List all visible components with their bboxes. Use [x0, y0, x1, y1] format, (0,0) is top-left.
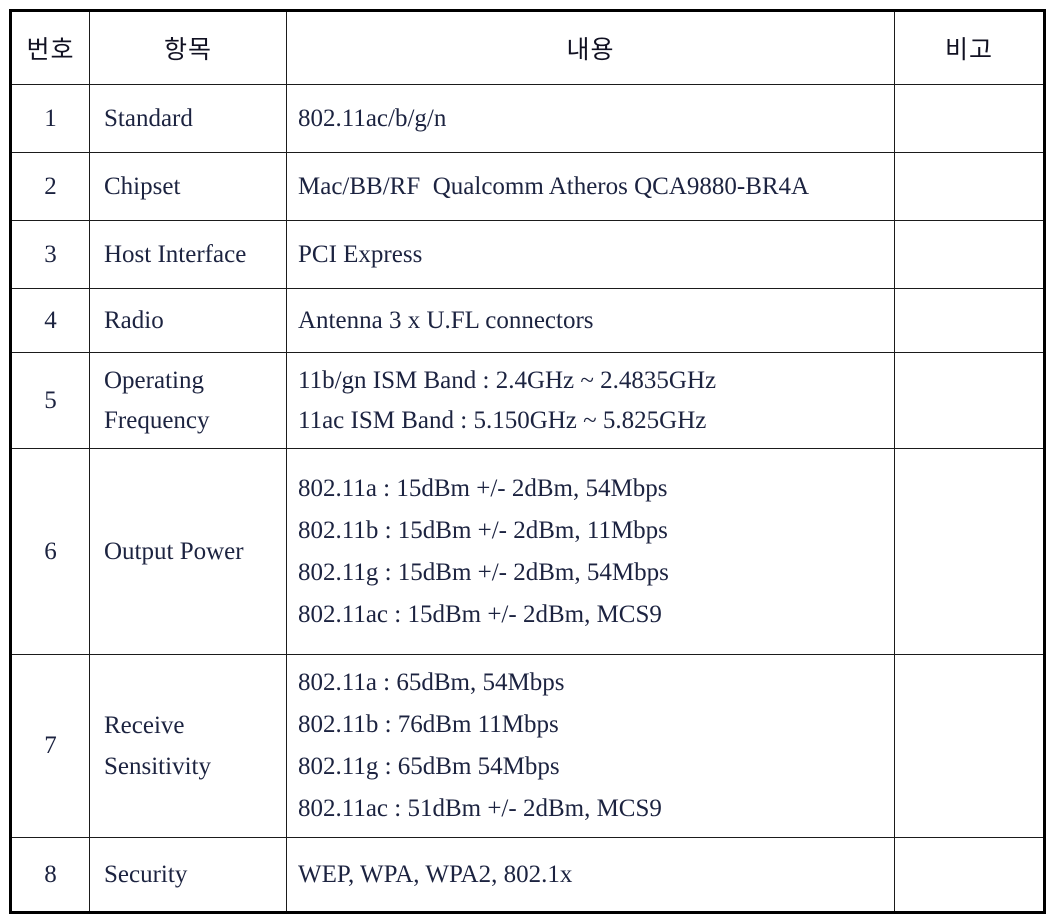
- table-row: 5 Operating Frequency 11b/gn ISM Band : …: [10, 352, 1045, 449]
- cell-remark: [894, 84, 1045, 153]
- cell-row-number: 3: [10, 220, 90, 289]
- cell-content-line: 802.11ac/b/g/n: [298, 105, 447, 132]
- cell-item-line: Frequency: [104, 406, 210, 434]
- cell-item-line: Receive: [104, 712, 185, 739]
- cell-item: Host Interface: [89, 220, 287, 289]
- table-header: 번호 항목 내용 비고: [10, 10, 1045, 85]
- cell-content: WEP, WPA, WPA2, 802.1x: [286, 837, 895, 913]
- cell-content-line: 11b/gn ISM Band : 2.4GHz ~ 2.4835GHz: [298, 366, 717, 394]
- cell-content-line: PCI Express: [298, 241, 423, 268]
- column-header-no: 번호: [10, 10, 90, 85]
- cell-content-line: 802.11b : 15dBm +/- 2dBm, 11Mbps: [298, 516, 668, 544]
- cell-content-line: 802.11b : 76dBm 11Mbps: [298, 711, 559, 738]
- cell-item-line: Standard: [104, 105, 193, 132]
- cell-content-line: 802.11g : 15dBm +/- 2dBm, 54Mbps: [298, 558, 669, 586]
- column-header-content: 내용: [286, 10, 895, 85]
- cell-item: Chipset: [89, 152, 287, 221]
- table-row: 4 Radio Antenna 3 x U.FL connectors: [10, 288, 1045, 353]
- cell-row-number: 5: [10, 352, 90, 449]
- cell-row-number: 8: [10, 837, 90, 913]
- table-row: 7 Receive Sensitivity 802.11a : 65dBm, 5…: [10, 654, 1045, 838]
- cell-item: Output Power: [89, 448, 287, 655]
- table-body: 1 Standard 802.11ac/b/g/n 2 Chipset Mac/…: [10, 84, 1045, 913]
- cell-remark: [894, 288, 1045, 353]
- cell-item: Security: [89, 837, 287, 913]
- cell-remark: [894, 448, 1045, 655]
- cell-remark: [894, 352, 1045, 449]
- cell-item-line: Sensitivity: [104, 753, 211, 780]
- column-header-no-label: 번호: [26, 37, 75, 64]
- table-row: 1 Standard 802.11ac/b/g/n: [10, 84, 1045, 153]
- cell-remark: [894, 654, 1045, 838]
- cell-content: PCI Express: [286, 220, 895, 289]
- cell-content-line: Mac/BB/RF Qualcomm Atheros QCA9880-BR4A: [298, 173, 810, 200]
- cell-item-line: Radio: [104, 307, 164, 334]
- cell-content-line: 802.11a : 15dBm +/- 2dBm, 54Mbps: [298, 474, 668, 502]
- cell-remark: [894, 152, 1045, 221]
- cell-item: Radio: [89, 288, 287, 353]
- cell-content: Antenna 3 x U.FL connectors: [286, 288, 895, 353]
- column-header-content-label: 내용: [566, 37, 615, 64]
- cell-row-number: 7: [10, 654, 90, 838]
- cell-content-line: 802.11a : 65dBm, 54Mbps: [298, 669, 565, 696]
- cell-content-line: 802.11ac : 51dBm +/- 2dBm, MCS9: [298, 795, 662, 822]
- cell-content: 802.11ac/b/g/n: [286, 84, 895, 153]
- cell-item: Operating Frequency: [89, 352, 287, 449]
- table-header-row: 번호 항목 내용 비고: [10, 10, 1045, 85]
- table-row: 6 Output Power 802.11a : 15dBm +/- 2dBm,…: [10, 448, 1045, 655]
- cell-item-line: Security: [104, 861, 188, 888]
- cell-item: Standard: [89, 84, 287, 153]
- table-row: 8 Security WEP, WPA, WPA2, 802.1x: [10, 837, 1045, 913]
- cell-remark: [894, 837, 1045, 913]
- column-header-item: 항목: [89, 10, 287, 85]
- cell-content-line: WEP, WPA, WPA2, 802.1x: [298, 861, 573, 888]
- cell-row-number: 1: [10, 84, 90, 153]
- cell-content-line: 11ac ISM Band : 5.150GHz ~ 5.825GHz: [298, 406, 707, 434]
- cell-remark: [894, 220, 1045, 289]
- cell-row-number: 6: [10, 448, 90, 655]
- cell-item-line: Output Power: [104, 538, 244, 565]
- column-header-remark-label: 비고: [944, 37, 993, 64]
- cell-item-line: Host Interface: [104, 241, 247, 268]
- cell-content: Mac/BB/RF Qualcomm Atheros QCA9880-BR4A: [286, 152, 895, 221]
- cell-item-line: Operating: [104, 366, 204, 394]
- specification-table: 번호 항목 내용 비고 1 Standard 802.11ac/b/g/n 2 …: [9, 9, 1046, 914]
- column-header-remark: 비고: [894, 10, 1045, 85]
- cell-item: Receive Sensitivity: [89, 654, 287, 838]
- cell-content-line: Antenna 3 x U.FL connectors: [298, 307, 594, 334]
- cell-content-line: 802.11g : 65dBm 54Mbps: [298, 753, 560, 780]
- cell-row-number: 4: [10, 288, 90, 353]
- document-page: 번호 항목 내용 비고 1 Standard 802.11ac/b/g/n 2 …: [0, 0, 1053, 914]
- cell-content: 802.11a : 15dBm +/- 2dBm, 54Mbps 802.11b…: [286, 448, 895, 655]
- cell-content: 802.11a : 65dBm, 54Mbps 802.11b : 76dBm …: [286, 654, 895, 838]
- cell-item-line: Chipset: [104, 173, 181, 200]
- table-row: 3 Host Interface PCI Express: [10, 220, 1045, 289]
- cell-content: 11b/gn ISM Band : 2.4GHz ~ 2.4835GHz 11a…: [286, 352, 895, 449]
- cell-row-number: 2: [10, 152, 90, 221]
- table-row: 2 Chipset Mac/BB/RF Qualcomm Atheros QCA…: [10, 152, 1045, 221]
- cell-content-line: 802.11ac : 15dBm +/- 2dBm, MCS9: [298, 600, 662, 628]
- column-header-item-label: 항목: [163, 37, 212, 64]
